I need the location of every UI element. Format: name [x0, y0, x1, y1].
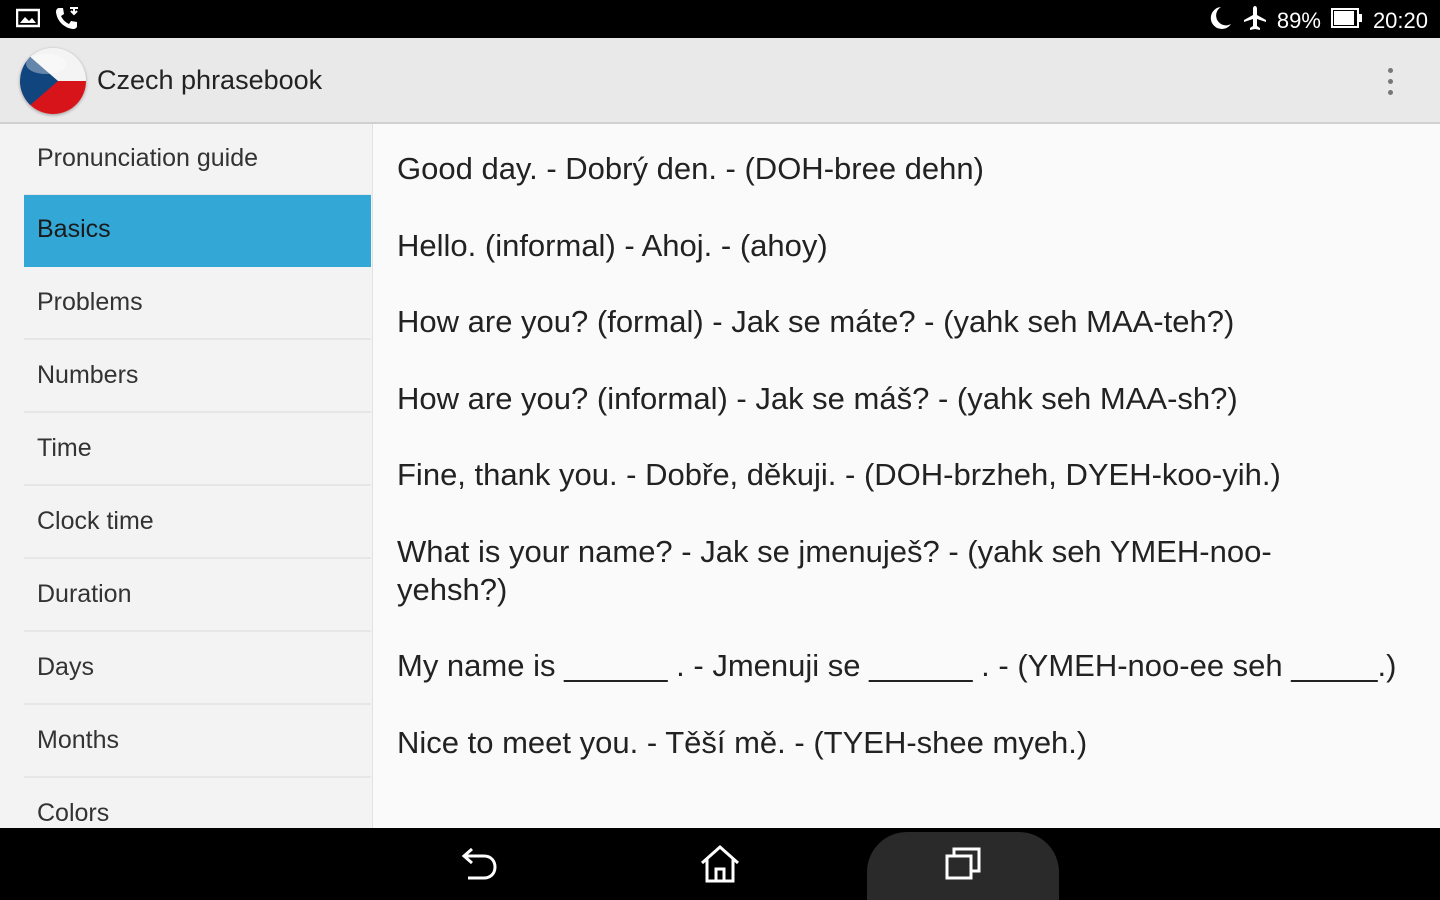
- sidebar-item-label: Colors: [37, 799, 110, 827]
- sidebar-item-clock-time[interactable]: Clock time: [24, 487, 371, 559]
- sidebar-item-basics[interactable]: Basics: [24, 195, 371, 267]
- phrase-item[interactable]: Nice to meet you. - Těší mě. - (TYEH-she…: [397, 724, 1417, 762]
- sidebar-item-months[interactable]: Months: [24, 706, 371, 778]
- phrase-item[interactable]: How are you? (informal) - Jak se máš? - …: [397, 380, 1417, 418]
- recents-icon[interactable]: [903, 828, 1023, 900]
- phrase-list: Good day. - Dobrý den. - (DOH-bree dehn)…: [374, 124, 1440, 828]
- sidebar-item-label: Pronunciation guide: [37, 144, 258, 172]
- sidebar-item-label: Clock time: [37, 507, 154, 535]
- image-icon: [15, 8, 41, 33]
- navigation-bar: [0, 828, 1440, 900]
- sidebar-item-colors[interactable]: Colors: [24, 779, 371, 828]
- sidebar-item-time[interactable]: Time: [24, 414, 371, 486]
- app-title: Czech phrasebook: [97, 65, 323, 95]
- phrase-item[interactable]: Hello. (informal) - Ahoj. - (ahoy): [397, 227, 1417, 265]
- sidebar-item-label: Duration: [37, 580, 132, 608]
- airplane-icon: [1243, 5, 1267, 37]
- phrase-item[interactable]: Fine, thank you. - Dobře, děkuji. - (DOH…: [397, 456, 1417, 494]
- app-bar: Czech phrasebook: [0, 38, 1440, 124]
- sidebar-item-label: Basics: [37, 215, 111, 243]
- sidebar-item-pronunciation-guide[interactable]: Pronunciation guide: [24, 124, 371, 196]
- overflow-menu-icon[interactable]: [1370, 60, 1410, 102]
- status-left-icons: [15, 6, 80, 35]
- sidebar-item-duration[interactable]: Duration: [24, 560, 371, 632]
- phrase-item[interactable]: How are you? (formal) - Jak se máte? - (…: [397, 303, 1417, 341]
- sidebar-item-label: Time: [37, 434, 92, 462]
- sidebar-item-label: Numbers: [37, 361, 139, 389]
- sidebar-item-label: Problems: [37, 288, 143, 316]
- category-sidebar: Pronunciation guide Basics Problems Numb…: [0, 124, 373, 828]
- phrase-item[interactable]: What is your name? - Jak se jmenuješ? - …: [397, 533, 1327, 609]
- sidebar-item-numbers[interactable]: Numbers: [24, 341, 371, 413]
- battery-icon: [1330, 7, 1363, 35]
- sidebar-item-days[interactable]: Days: [24, 633, 371, 705]
- sidebar-item-problems[interactable]: Problems: [24, 268, 371, 340]
- sidebar-item-label: Months: [37, 726, 119, 754]
- clock: 20:20: [1372, 8, 1428, 33]
- status-bar: 89% 20:20: [0, 0, 1440, 38]
- battery-percent: 89%: [1276, 8, 1321, 33]
- phrase-item[interactable]: Good day. - Dobrý den. - (DOH-bree dehn): [397, 150, 1417, 188]
- czech-flag-logo: [20, 48, 86, 114]
- home-icon[interactable]: [660, 828, 780, 900]
- phone-call-icon: [54, 6, 80, 35]
- phrase-item[interactable]: My name is ______ . - Jmenuji se ______ …: [397, 647, 1417, 685]
- back-icon[interactable]: [418, 828, 538, 900]
- status-right-icons: 89% 20:20: [1207, 4, 1428, 38]
- sidebar-item-label: Days: [37, 653, 94, 681]
- moon-icon: [1207, 4, 1233, 38]
